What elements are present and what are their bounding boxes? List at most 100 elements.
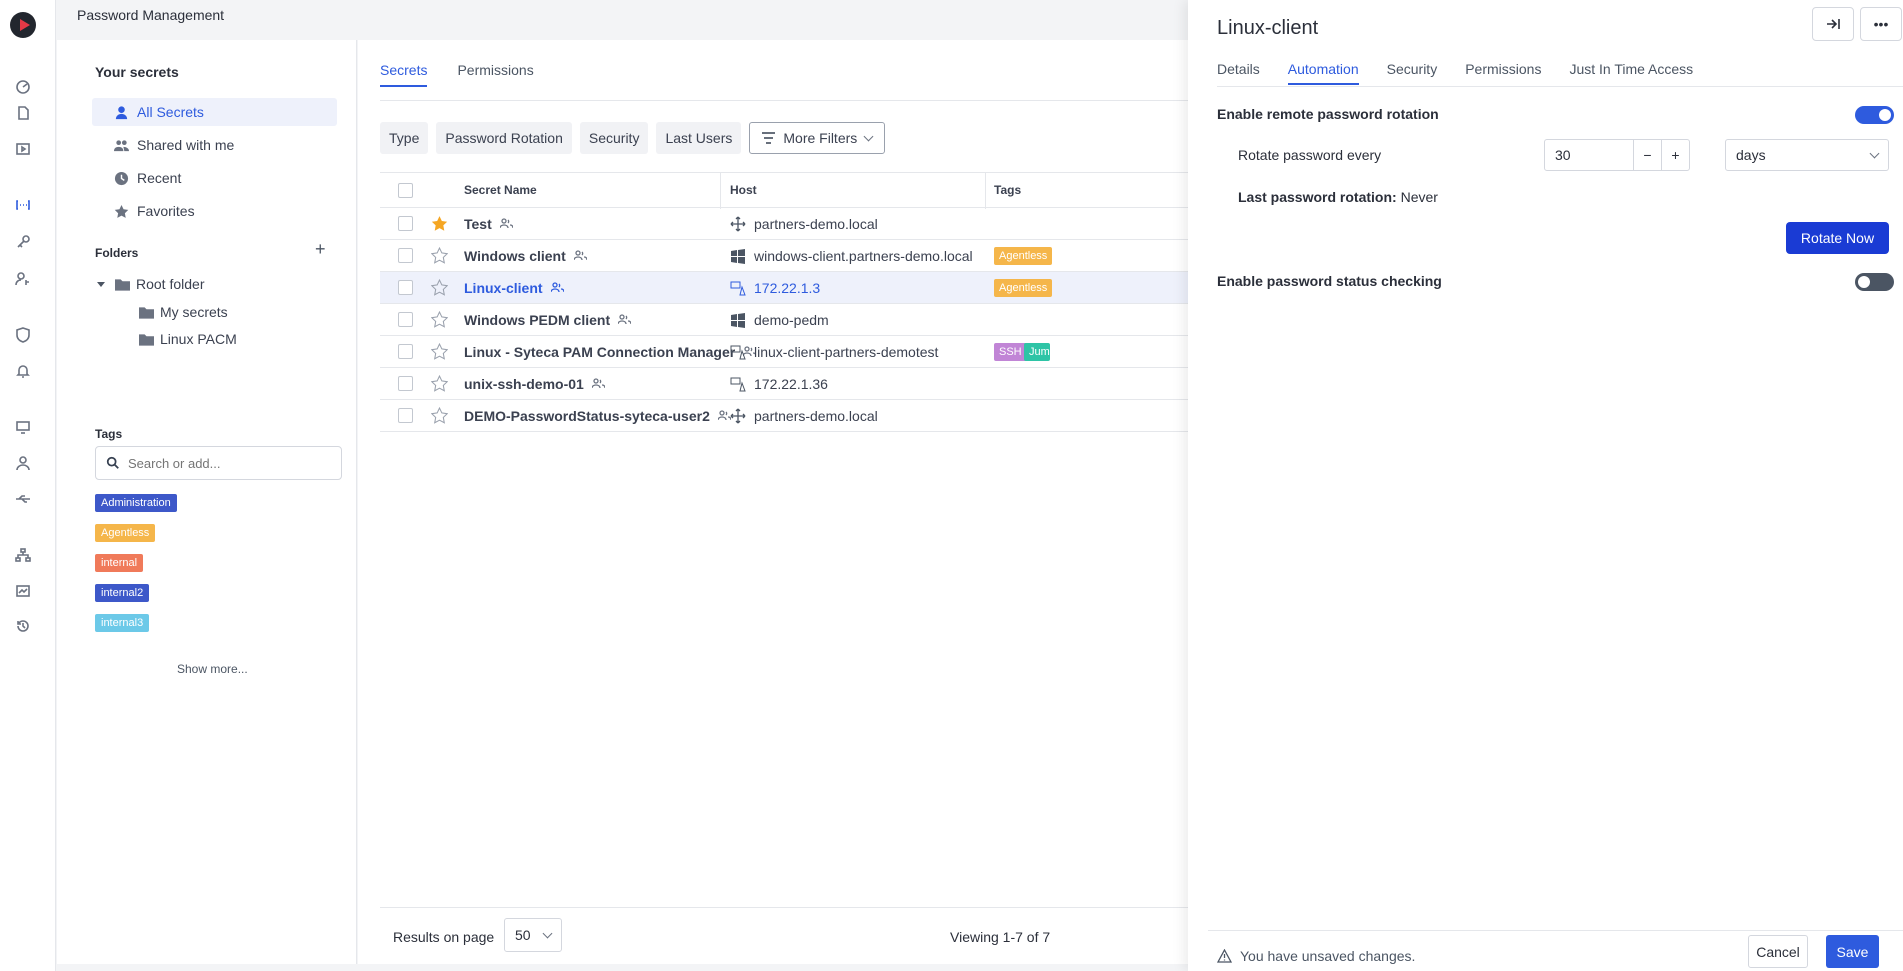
row-tag-jump[interactable]: Jump [1024, 342, 1050, 361]
row-checkbox[interactable] [398, 312, 413, 327]
monitor-icon[interactable] [13, 418, 33, 436]
favorite-star-icon[interactable] [431, 247, 448, 264]
page-size-select[interactable]: 50 [504, 918, 562, 952]
favorite-star-icon[interactable] [431, 279, 448, 296]
row-checkbox[interactable] [398, 248, 413, 263]
user-icon[interactable] [13, 454, 33, 472]
save-button[interactable]: Save [1826, 935, 1879, 968]
logo-icon[interactable] [10, 12, 36, 38]
video-icon[interactable] [13, 140, 33, 158]
secret-name[interactable]: Test [464, 216, 513, 232]
tag-agentless[interactable]: Agentless [95, 524, 156, 542]
rotate-interval-input[interactable]: 30 [1544, 139, 1634, 171]
user-key-icon[interactable] [13, 270, 33, 288]
favorite-star-icon[interactable] [431, 311, 448, 328]
favorite-star-icon[interactable] [431, 375, 448, 392]
tag-internal2[interactable]: internal2 [95, 584, 150, 602]
rotate-unit-select[interactable]: days [1725, 139, 1889, 171]
increment-button[interactable]: + [1661, 139, 1690, 171]
folder-my-secrets[interactable]: My secrets [139, 304, 228, 320]
tag-administration[interactable]: Administration [95, 494, 177, 512]
column-header-host[interactable]: Host [730, 183, 757, 197]
tag-search-field[interactable] [95, 446, 342, 480]
rotate-every-label: Rotate password every [1238, 147, 1382, 163]
row-checkbox[interactable] [398, 376, 413, 391]
row-checkbox[interactable] [398, 344, 413, 359]
rotate-unit-value: days [1736, 147, 1766, 163]
key-icon[interactable] [13, 233, 33, 251]
password-icon[interactable] [13, 196, 33, 214]
sidebar-item-all-secrets[interactable]: All Secrets [92, 98, 337, 126]
folder-root[interactable]: Root folder [97, 276, 204, 292]
host-value: demo-pedm [754, 311, 829, 328]
column-header-tags[interactable]: Tags [994, 183, 1021, 197]
pagination-bar: Results on page 50 Viewing 1-7 of 7 [380, 907, 1210, 961]
row-tag-agentless[interactable]: Agentless [994, 278, 1053, 297]
tab-permissions-detail[interactable]: Permissions [1465, 61, 1541, 85]
viewing-count: Viewing 1-7 of 7 [950, 929, 1051, 945]
row-tag-ssh[interactable]: SSH [994, 342, 1027, 361]
table-row[interactable]: Windows client windows-client.partners-d… [380, 240, 1210, 272]
secret-name[interactable]: DEMO-PasswordStatus-syteca-user2 [464, 408, 731, 424]
remote-rotation-toggle[interactable] [1855, 106, 1894, 124]
decrement-button[interactable]: − [1633, 139, 1662, 171]
folder-linux-pacm[interactable]: Linux PACM [139, 331, 237, 347]
tag-search-input[interactable] [128, 455, 328, 471]
filter-last-users[interactable]: Last Users [656, 122, 742, 154]
show-more-link[interactable]: Show more... [177, 662, 248, 676]
cancel-button[interactable]: Cancel [1748, 935, 1808, 968]
row-checkbox[interactable] [398, 408, 413, 423]
column-header-name[interactable]: Secret Name [464, 183, 537, 197]
hierarchy-icon[interactable] [13, 546, 33, 564]
reports-icon[interactable] [13, 582, 33, 600]
filter-security[interactable]: Security [579, 122, 649, 154]
secret-name[interactable]: unix-ssh-demo-01 [464, 376, 605, 392]
history-icon[interactable] [13, 617, 33, 635]
tab-permissions[interactable]: Permissions [457, 62, 533, 87]
table-header: Secret Name Host Tags [380, 172, 1210, 209]
windows-icon [731, 248, 745, 264]
table-row[interactable]: Linux-client 172.22.1.3 Agentless [380, 272, 1210, 304]
shield-icon[interactable] [13, 326, 33, 344]
favorite-star-icon[interactable] [431, 343, 448, 360]
more-filters-button[interactable]: More Filters [749, 122, 886, 154]
caret-down-icon[interactable] [97, 281, 105, 287]
row-tag-agentless[interactable]: Agentless [994, 246, 1053, 265]
table-row[interactable]: Test partners-demo.local [380, 208, 1210, 240]
secret-name[interactable]: Linux-client [464, 280, 564, 296]
bell-icon[interactable] [13, 362, 33, 380]
secret-name[interactable]: Linux - Syteca PAM Connection Manager [464, 344, 757, 360]
select-all-checkbox[interactable] [398, 182, 413, 198]
usb-icon[interactable] [13, 490, 33, 508]
tab-jit-access[interactable]: Just In Time Access [1569, 61, 1693, 85]
tag-internal3[interactable]: internal3 [95, 614, 150, 632]
favorite-star-icon[interactable] [431, 407, 448, 424]
row-checkbox[interactable] [398, 280, 413, 295]
tab-security[interactable]: Security [1387, 61, 1438, 85]
more-actions-button[interactable]: ••• [1860, 7, 1902, 41]
table-row[interactable]: DEMO-PasswordStatus-syteca-user2 partner… [380, 400, 1210, 432]
document-icon[interactable] [13, 104, 33, 122]
tab-details[interactable]: Details [1217, 61, 1260, 85]
table-row[interactable]: Linux - Syteca PAM Connection Manager li… [380, 336, 1210, 368]
sidebar-item-shared[interactable]: Shared with me [92, 131, 337, 159]
filter-password-rotation[interactable]: Password Rotation [436, 122, 572, 154]
sidebar-item-favorites[interactable]: Favorites [92, 197, 337, 225]
secret-name[interactable]: Windows PEDM client [464, 312, 632, 328]
secret-name[interactable]: Windows client [464, 248, 587, 264]
status-checking-toggle[interactable] [1855, 273, 1894, 291]
collapse-panel-button[interactable] [1812, 7, 1854, 41]
sidebar-item-recent[interactable]: Recent [92, 164, 337, 192]
table-row[interactable]: unix-ssh-demo-01 172.22.1.36 [380, 368, 1210, 400]
add-folder-button[interactable]: + [315, 239, 326, 260]
folder-label: Linux PACM [160, 331, 237, 347]
dashboard-icon[interactable] [13, 78, 33, 96]
favorite-star-icon[interactable] [431, 215, 448, 232]
table-row[interactable]: Windows PEDM client demo-pedm [380, 304, 1210, 336]
tab-automation[interactable]: Automation [1287, 61, 1359, 85]
row-checkbox[interactable] [398, 216, 413, 231]
tag-internal[interactable]: internal [95, 554, 144, 572]
rotate-now-button[interactable]: Rotate Now [1786, 222, 1889, 254]
filter-type[interactable]: Type [380, 122, 429, 154]
tab-secrets[interactable]: Secrets [380, 62, 428, 87]
